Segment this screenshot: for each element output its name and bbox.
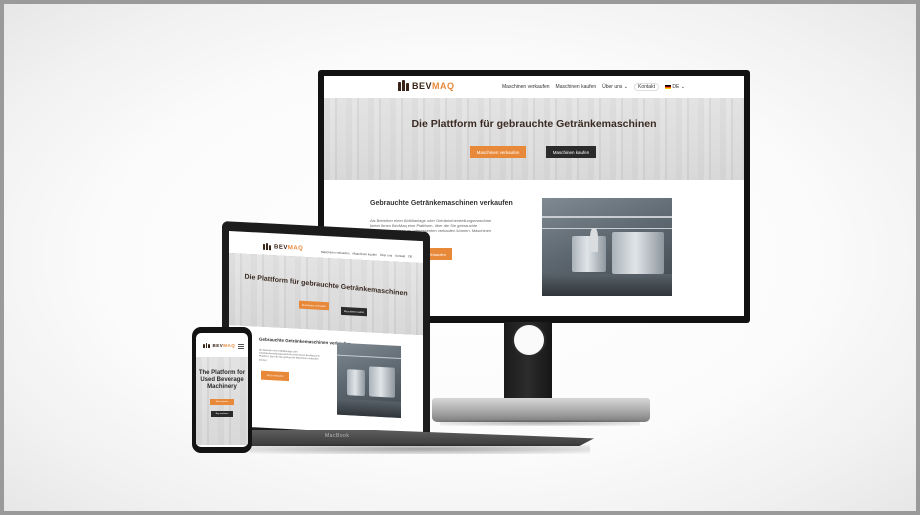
brand-accent: MAQ: [432, 80, 455, 91]
mockup-stage: BEVMAQ Maschinen verkaufen Maschinen kau…: [0, 0, 920, 515]
language-label: DE ⌄: [672, 84, 685, 90]
brand-accent: MAQ: [223, 343, 236, 348]
brand-accent: MAQ: [287, 244, 304, 252]
monitor-hero-title: Die Plattform für gebrauchte Getränkemas…: [411, 118, 657, 130]
flag-de-icon: [664, 84, 671, 89]
nav-link-sell[interactable]: Maschinen verkaufen: [502, 84, 550, 90]
monitor-shadow: [440, 420, 640, 426]
phone-notch: [212, 329, 232, 333]
phone-logo[interactable]: BEVMAQ: [203, 343, 235, 348]
nav-link-contact[interactable]: Kontakt: [634, 83, 659, 91]
phone-hero-title: The Platform for Used Beverage Machinery: [198, 370, 246, 390]
nav-link-contact[interactable]: Kontakt: [395, 254, 405, 259]
laptop-logo[interactable]: BEVMAQ: [263, 242, 304, 252]
nav-link-about[interactable]: Über uns: [380, 253, 392, 258]
laptop-sell-cta-button[interactable]: Jetzt verkaufen: [261, 370, 289, 382]
buy-machines-button[interactable]: Maschinen kaufen: [546, 146, 596, 158]
buy-machines-button[interactable]: Maschinen kaufen: [341, 306, 367, 317]
nav-link-buy[interactable]: Maschinen kaufen: [556, 84, 597, 90]
monitor-navbar: BEVMAQ Maschinen verkaufen Maschinen kau…: [324, 76, 744, 98]
sell-machines-button[interactable]: Maschinen verkaufen: [299, 300, 329, 311]
language-select[interactable]: DE ⌄: [664, 84, 685, 90]
laptop-screen: BEVMAQ Maschinen verkaufen Maschinen kau…: [229, 231, 423, 437]
sell-machines-button[interactable]: Sell machines: [210, 399, 234, 405]
nav-link-sell[interactable]: Maschinen verkaufen: [321, 250, 350, 255]
language-select[interactable]: DE: [408, 254, 412, 258]
brand-main: BEV: [212, 343, 224, 348]
brand-main: BEV: [412, 80, 433, 91]
monitor-logo[interactable]: BEVMAQ: [398, 80, 455, 91]
hamburger-menu-icon[interactable]: [238, 344, 244, 350]
phone-screen: BEVMAQ The Platform for Used Beverage Ma…: [196, 333, 248, 447]
laptop-machine-photo: [337, 342, 401, 419]
sell-machines-button[interactable]: Maschinen verkaufen: [470, 146, 526, 158]
bottles-icon: [203, 343, 210, 348]
monitor-stand-base: [432, 398, 650, 422]
monitor-nav-links: Maschinen verkaufen Maschinen kaufen Übe…: [502, 83, 685, 91]
monitor-machine-photo: [542, 198, 672, 296]
buy-machines-button[interactable]: Buy machines: [211, 411, 233, 417]
bottles-icon: [398, 80, 409, 91]
monitor-section-title: Gebrauchte Getränkemaschinen verkaufen: [370, 200, 513, 207]
bottles-icon: [263, 242, 271, 251]
brand-main: BEV: [274, 243, 288, 251]
laptop-brand-label: MacBook: [325, 433, 350, 439]
monitor-stand-hole: [512, 323, 546, 357]
laptop-nav-links: Maschinen verkaufen Maschinen kaufen Übe…: [321, 250, 412, 259]
laptop-section-paragraph: Als Betreiber einer Abfüllanlage oder Ge…: [259, 348, 320, 362]
laptop-shadow: [250, 444, 590, 454]
nav-link-about[interactable]: Über uns ⌄: [602, 84, 628, 90]
nav-link-buy[interactable]: Maschinen kaufen: [353, 251, 377, 256]
monitor-hero: [324, 98, 744, 180]
